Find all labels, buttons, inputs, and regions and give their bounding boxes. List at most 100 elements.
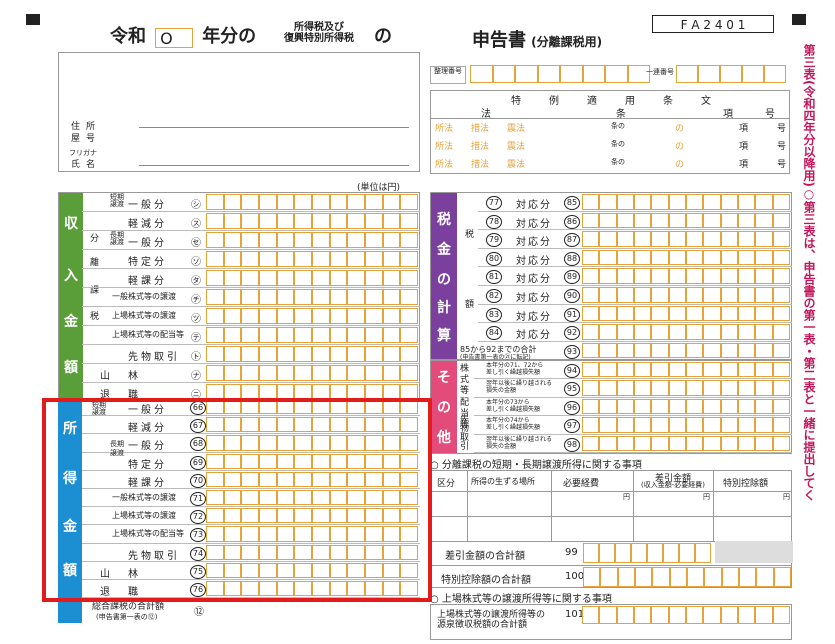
form-code: F A 2 4 0 1 bbox=[680, 18, 746, 32]
income-row-mark: ㋥ bbox=[191, 390, 201, 401]
shotoku-row-cells[interactable] bbox=[206, 526, 419, 542]
bunri-total2-mark: 100 bbox=[565, 571, 585, 582]
tax-row-cells[interactable] bbox=[582, 231, 790, 247]
income-row-mark: ㋞ bbox=[191, 257, 201, 268]
law-row-1[interactable]: 所法 措法 震法 条の の 項 号 bbox=[435, 121, 787, 137]
law-row-3[interactable]: 所法 措法 震法 条の の 項 号 bbox=[435, 157, 787, 173]
listed-row-cells[interactable] bbox=[582, 606, 790, 624]
shotoku-row-cells[interactable] bbox=[206, 435, 419, 451]
tax-row-cells[interactable] bbox=[582, 194, 790, 210]
tax-row-code: 78 bbox=[486, 214, 502, 229]
other-row-cells[interactable] bbox=[582, 362, 790, 378]
tax-row-cells[interactable] bbox=[582, 268, 790, 284]
law-row-2[interactable]: 所法 措法 震法 条の の 項 号 bbox=[435, 139, 787, 155]
other-row-label2: 差し引く繰越損失額 bbox=[486, 405, 541, 413]
registration-mark-right bbox=[792, 14, 806, 25]
renban-cells[interactable] bbox=[676, 65, 786, 83]
income-row-mark: ㋝ bbox=[191, 238, 201, 249]
name-field[interactable] bbox=[139, 165, 409, 166]
income-row-cells[interactable] bbox=[206, 251, 419, 267]
shotoku-row-cells[interactable] bbox=[206, 508, 419, 524]
income-row-line bbox=[82, 249, 420, 250]
shotoku-row-cells[interactable] bbox=[206, 417, 419, 433]
shotoku-row-label: 特定分 bbox=[128, 459, 167, 471]
other-row-label2: 損失の金額 bbox=[486, 442, 517, 450]
tax-name-block: 所得税及び 復興特別所得税 bbox=[284, 22, 354, 44]
shotoku-row-mark: 71 bbox=[190, 492, 206, 506]
tax-row-cells[interactable] bbox=[582, 305, 790, 322]
income-row-cells[interactable] bbox=[206, 289, 419, 305]
tax-row-cells[interactable] bbox=[582, 249, 790, 266]
law-table: 特例適用条文 法 条 項 号 所法 措法 震法 条の の 項 号 所法 措法 震… bbox=[430, 90, 790, 174]
sogo-total-label: 総合課税の合計額 bbox=[92, 602, 165, 612]
shotoku-row-mark: 75 bbox=[190, 564, 206, 579]
shotoku-row-label: 軽課分 bbox=[128, 477, 167, 489]
seiri-cells[interactable] bbox=[470, 65, 650, 83]
income-row-cells[interactable] bbox=[206, 384, 419, 400]
shotoku-row-cells[interactable] bbox=[206, 453, 419, 469]
income-row-cells[interactable] bbox=[206, 308, 419, 324]
bunri-col-place: 所得の生ずる場所 bbox=[471, 477, 535, 486]
tax-total-cells[interactable] bbox=[582, 342, 790, 359]
income-row-cells[interactable] bbox=[206, 327, 419, 343]
shotoku-row-mark: 69 bbox=[190, 455, 206, 470]
income-row-mark: ㋜ bbox=[191, 219, 201, 230]
bunri-total1-mark: 99 bbox=[565, 547, 578, 558]
listed-section-title: ○ 上場株式等の譲渡所得等に関する事項 bbox=[430, 594, 612, 605]
other-row-cells[interactable] bbox=[582, 417, 790, 433]
era-label: 令和 bbox=[110, 26, 146, 47]
income-row-cells[interactable] bbox=[206, 346, 419, 362]
address-field[interactable] bbox=[139, 127, 409, 128]
tax-row-mark: 91 bbox=[564, 307, 580, 322]
bunri-total1-cells[interactable] bbox=[583, 543, 711, 563]
tax-row-cells[interactable] bbox=[582, 287, 790, 303]
shotoku-row-label: 上場株式等の譲渡 bbox=[112, 511, 176, 521]
tax-row-label: 対応分 bbox=[516, 200, 552, 211]
year-input[interactable]: O bbox=[155, 27, 194, 48]
income-row-line bbox=[82, 382, 420, 383]
bunri-yen-3: 円 bbox=[783, 493, 790, 501]
shotoku-cat-long: 長期譲渡 bbox=[110, 440, 124, 457]
shotoku-row-cells[interactable] bbox=[206, 562, 419, 578]
tax-total-sub: (申告書第一表の㉑に転記) bbox=[460, 353, 531, 361]
income-row-cells[interactable] bbox=[206, 232, 419, 248]
other-row-cells[interactable] bbox=[582, 380, 790, 396]
side-instruction: 第三表(令和四年分以降用)○第三表は、申告書の第一表・第二表と一緒に提出してく bbox=[802, 44, 816, 501]
tax-row-label: 対応分 bbox=[516, 311, 552, 323]
bunri-table: 区分 所得の生ずる場所 必要経費 差引金額 (収入金額-必要経費) 特別控除額 … bbox=[430, 470, 793, 588]
shotoku-row-cells[interactable] bbox=[206, 471, 419, 487]
other-row-label2: 差し引く繰越損失額 bbox=[486, 369, 541, 376]
furigana-label: フリガナ bbox=[69, 149, 97, 157]
tax-row-cells[interactable] bbox=[582, 324, 790, 340]
shotoku-row-mark: 74 bbox=[190, 546, 206, 561]
tax-row-code: 80 bbox=[486, 251, 502, 266]
tax-name-line2: 復興特別所得税 bbox=[284, 33, 354, 44]
tax-row-label: 対応分 bbox=[516, 237, 552, 249]
income-row-mark: ㋡ bbox=[191, 314, 201, 325]
yago-label: 屋号 bbox=[71, 134, 102, 144]
shotoku-row-label: 退職 bbox=[100, 587, 156, 598]
income-row-line bbox=[82, 363, 420, 364]
taxpayer-info-box: 住所 屋号 フリガナ 氏名 bbox=[58, 52, 420, 172]
income-row-label: 軽課分 bbox=[128, 276, 167, 287]
shotoku-row-cells[interactable] bbox=[206, 490, 419, 506]
other-row-cells[interactable] bbox=[582, 435, 790, 451]
income-row-cells[interactable] bbox=[206, 213, 419, 229]
income-row-cells[interactable] bbox=[206, 270, 419, 286]
shotoku-row-cells[interactable] bbox=[206, 544, 419, 560]
income-row-cells[interactable] bbox=[206, 365, 419, 381]
tax-row-code: 77 bbox=[486, 196, 502, 210]
income-row-mark: ㋢ bbox=[191, 333, 201, 344]
bunri-total2-cells[interactable] bbox=[583, 567, 791, 587]
bunri-col-special: 特別控除額 bbox=[723, 479, 769, 489]
other-row-cells[interactable] bbox=[582, 398, 790, 415]
income-row-cells[interactable] bbox=[206, 194, 419, 210]
tax-row-cells[interactable] bbox=[582, 212, 790, 229]
form-title: 申告書 bbox=[472, 30, 526, 51]
income-group-label: 収 入 金 額 bbox=[59, 193, 83, 401]
income-row-mark: ㋤ bbox=[191, 371, 201, 382]
renban-label: 一連番号 bbox=[646, 68, 674, 76]
shotoku-row-cells[interactable] bbox=[206, 399, 419, 415]
shotoku-row-cells[interactable] bbox=[206, 581, 419, 597]
income-row-label: 山林 bbox=[100, 371, 156, 382]
